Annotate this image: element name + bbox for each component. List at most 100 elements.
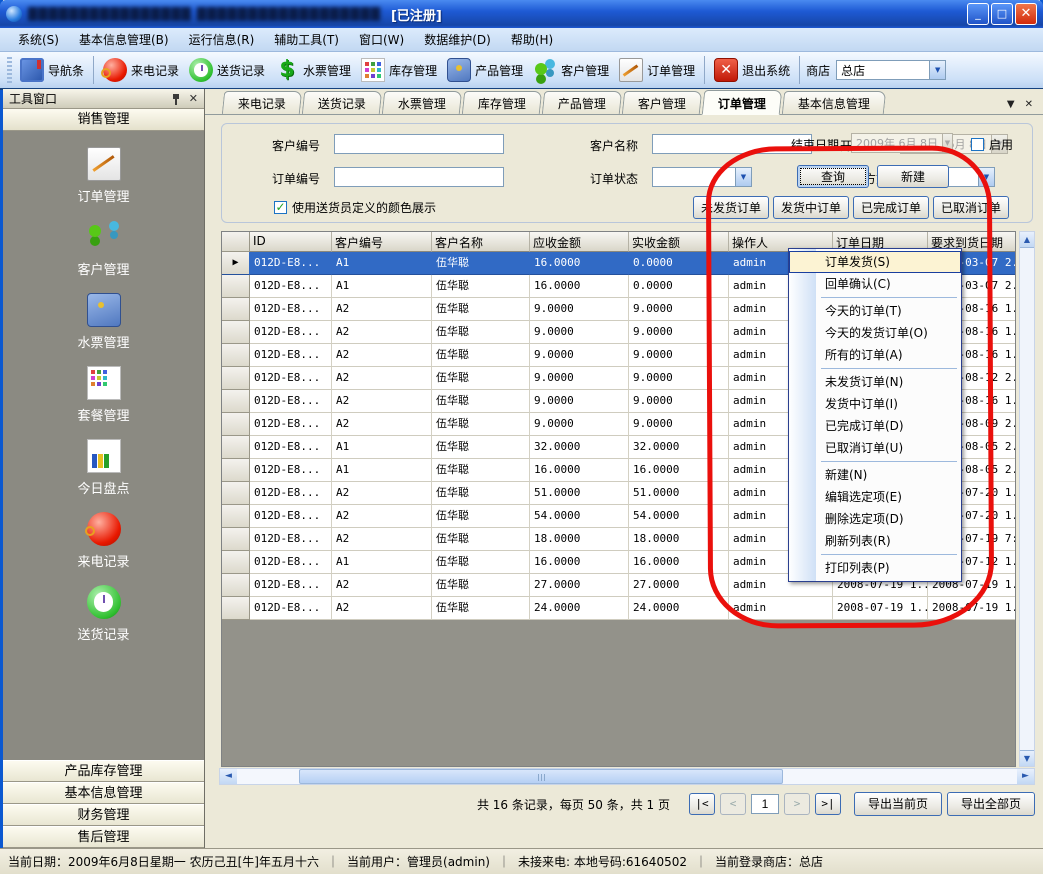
context-menu-item-8[interactable]: 发货中订单(I) <box>789 393 961 415</box>
toolbar-button-penorder[interactable]: 订单管理 <box>614 56 700 84</box>
tab-1[interactable]: 送货记录 <box>302 91 382 114</box>
sidebar-item-clock[interactable]: 送货记录 <box>3 585 204 643</box>
horizontal-scrollbar[interactable]: ◄ ► <box>219 768 1035 785</box>
menu-item-4[interactable]: 窗口(W) <box>349 28 414 51</box>
close-button[interactable]: ✕ <box>1015 3 1037 25</box>
row-selector-cell[interactable] <box>222 367 250 390</box>
context-menu-item-10[interactable]: 已取消订单(U) <box>789 437 961 459</box>
sidebar-group-0[interactable]: 产品库存管理 <box>3 760 204 782</box>
tab-4[interactable]: 产品管理 <box>542 91 622 114</box>
sidebar-item-grid[interactable]: 套餐管理 <box>3 366 204 424</box>
tab-6[interactable]: 订单管理 <box>702 90 783 115</box>
sidebar-group-1[interactable]: 基本信息管理 <box>3 782 204 804</box>
context-menu-item-13[interactable]: 编辑选定项(E) <box>789 486 961 508</box>
toolbar-button-dollar[interactable]: $水票管理 <box>270 56 356 84</box>
toolbar-button-navbook[interactable]: 导航条 <box>15 56 89 84</box>
toolbar-button-exit[interactable]: ✕退出系统 <box>709 56 795 84</box>
prev-page-button[interactable]: < <box>720 793 746 815</box>
end-date-picker[interactable]: 2009年 6月 8日 ▼ <box>851 133 953 153</box>
pin-icon[interactable] <box>171 93 181 105</box>
context-menu-item-0[interactable]: 订单发货(S) <box>789 251 961 273</box>
minimize-button[interactable]: _ <box>967 3 989 25</box>
scroll-right-icon[interactable]: ► <box>1017 769 1034 784</box>
sidebar-item-people[interactable]: 客户管理 <box>3 220 204 278</box>
context-menu-item-1[interactable]: 回单确认(C) <box>789 273 961 295</box>
table-row[interactable]: 012D-E8...A2伍华聪24.000024.0000admin2008-0… <box>222 597 1015 620</box>
row-selector-cell[interactable]: ▶ <box>222 252 250 275</box>
export-current-page-button[interactable]: 导出当前页 <box>854 792 942 816</box>
menu-item-0[interactable]: 系统(S) <box>8 28 69 51</box>
scroll-up-icon[interactable]: ▲ <box>1020 232 1034 248</box>
next-page-button[interactable]: > <box>784 793 810 815</box>
row-selector-cell[interactable] <box>222 551 250 574</box>
context-menu-item-7[interactable]: 未发货订单(N) <box>789 371 961 393</box>
tab-2[interactable]: 水票管理 <box>382 91 462 114</box>
grid-column-header-0[interactable]: ID <box>250 232 332 252</box>
menu-item-3[interactable]: 辅助工具(T) <box>264 28 349 51</box>
grid-column-header-3[interactable]: 应收金额 <box>530 232 629 252</box>
row-selector-cell[interactable] <box>222 436 250 459</box>
row-selector-cell[interactable] <box>222 298 250 321</box>
scroll-down-icon[interactable]: ▼ <box>1020 750 1034 766</box>
context-menu-item-17[interactable]: 打印列表(P) <box>789 557 961 579</box>
row-selector-cell[interactable] <box>222 275 250 298</box>
shop-select[interactable]: 总店▼ <box>836 60 946 80</box>
tab-5[interactable]: 客户管理 <box>622 91 702 114</box>
row-selector-cell[interactable] <box>222 321 250 344</box>
toolbar-button-bell[interactable]: 来电记录 <box>98 56 184 84</box>
sidebar-item-penorder[interactable]: 订单管理 <box>3 147 204 205</box>
order-no-input[interactable] <box>334 167 504 187</box>
status-filter-button-3[interactable]: 已取消订单 <box>933 196 1009 219</box>
row-selector-cell[interactable] <box>222 390 250 413</box>
row-selector-cell[interactable] <box>222 574 250 597</box>
context-menu-item-12[interactable]: 新建(N) <box>789 464 961 486</box>
tab-3[interactable]: 库存管理 <box>462 91 542 114</box>
context-menu-item-15[interactable]: 刷新列表(R) <box>789 530 961 552</box>
status-filter-button-0[interactable]: 未发货订单 <box>693 196 769 219</box>
menu-item-5[interactable]: 数据维护(D) <box>414 28 501 51</box>
customer-name-input[interactable] <box>652 134 812 154</box>
context-menu-item-14[interactable]: 删除选定项(D) <box>789 508 961 530</box>
menu-item-6[interactable]: 帮助(H) <box>501 28 563 51</box>
context-menu-item-3[interactable]: 今天的订单(T) <box>789 300 961 322</box>
row-selector-cell[interactable] <box>222 413 250 436</box>
last-page-button[interactable]: >| <box>815 793 841 815</box>
context-menu-item-4[interactable]: 今天的发货订单(O) <box>789 322 961 344</box>
grid-column-header-2[interactable]: 客户名称 <box>432 232 530 252</box>
color-display-checkbox[interactable]: ✓ 使用送货员定义的颜色展示 <box>274 199 436 216</box>
tool-window-close-icon[interactable]: ✕ <box>189 92 198 105</box>
enable-checkbox[interactable]: 启用 <box>971 136 1013 153</box>
customer-no-input[interactable] <box>334 134 504 154</box>
row-selector-cell[interactable] <box>222 482 250 505</box>
context-menu-item-9[interactable]: 已完成订单(D) <box>789 415 961 437</box>
row-selector-cell[interactable] <box>222 459 250 482</box>
vertical-scrollbar[interactable]: ▲ ▼ <box>1019 231 1035 767</box>
maximize-button[interactable]: □ <box>991 3 1013 25</box>
grid-column-header-1[interactable]: 客户编号 <box>332 232 432 252</box>
first-page-button[interactable]: |< <box>689 793 715 815</box>
query-button[interactable]: 查询 <box>797 165 869 188</box>
new-button[interactable]: 新建 <box>877 165 949 188</box>
menu-item-2[interactable]: 运行信息(R) <box>179 28 265 51</box>
toolbar-button-people[interactable]: 客户管理 <box>528 56 614 84</box>
context-menu-item-5[interactable]: 所有的订单(A) <box>789 344 961 366</box>
row-selector-cell[interactable] <box>222 344 250 367</box>
tab-7[interactable]: 基本信息管理 <box>782 91 886 114</box>
tab-close-icon[interactable]: ✕ <box>1025 99 1033 110</box>
page-number-input[interactable] <box>751 794 779 814</box>
sidebar-group-2[interactable]: 财务管理 <box>3 804 204 826</box>
toolbar-button-clock[interactable]: 送货记录 <box>184 56 270 84</box>
sidebar-item-card[interactable]: 水票管理 <box>3 293 204 351</box>
scroll-left-icon[interactable]: ◄ <box>220 769 237 784</box>
order-status-select[interactable]: ▼ <box>652 167 752 187</box>
toolbar-button-card[interactable]: 产品管理 <box>442 56 528 84</box>
sidebar-item-chart[interactable]: 今日盘点 <box>3 439 204 497</box>
toolbar-button-grid[interactable]: 库存管理 <box>356 56 442 84</box>
status-filter-button-1[interactable]: 发货中订单 <box>773 196 849 219</box>
tab-dropdown-icon[interactable]: ▼ <box>1007 99 1015 110</box>
row-selector-cell[interactable] <box>222 505 250 528</box>
scrollbar-thumb[interactable] <box>299 769 783 784</box>
status-filter-button-2[interactable]: 已完成订单 <box>853 196 929 219</box>
sidebar-group-3[interactable]: 售后管理 <box>3 826 204 848</box>
sidebar-item-bell[interactable]: 来电记录 <box>3 512 204 570</box>
